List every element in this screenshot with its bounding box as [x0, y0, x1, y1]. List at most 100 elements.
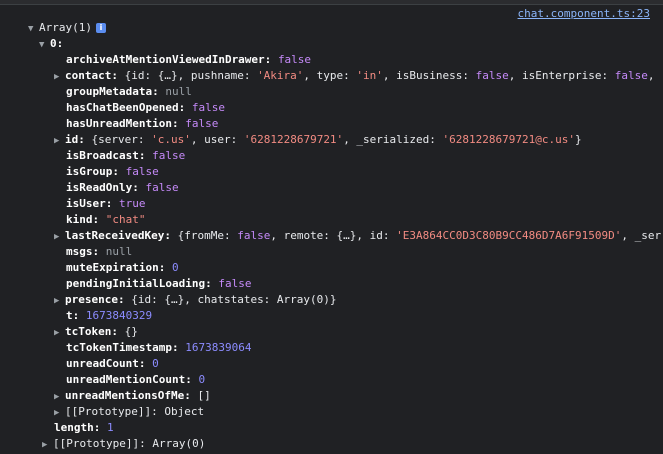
prop-value: true [118, 197, 146, 210]
expand-arrow-icon[interactable]: ▶ [54, 229, 65, 244]
prop-row-lastReceivedKey[interactable]: ▶ lastReceivedKey: {fromMe: false, remote… [54, 228, 663, 244]
prop-key: isBroadcast: [66, 149, 146, 162]
prop-value: 0 [198, 373, 206, 386]
prop-key: [[Prototype]]: [65, 405, 158, 418]
prop-string: 'E3A864CC0D3C80B9CC486D7A6F91509D' [396, 229, 622, 242]
prop-row-hasChatBeenOpened: hasChatBeenOpened: false [66, 100, 225, 116]
expand-arrow-icon[interactable]: ▶ [54, 325, 65, 340]
prop-key: msgs: [66, 245, 100, 258]
prop-preview: , isEnterprise: [508, 69, 615, 82]
prop-value: 1673840329 [85, 309, 153, 322]
prop-key: unreadCount: [66, 357, 146, 370]
prop-key: id: [65, 133, 85, 146]
expand-arrow-icon[interactable]: ▼ [28, 21, 39, 36]
array-root-row[interactable]: ▼ Array(1) i [28, 20, 106, 36]
prop-row-presence[interactable]: ▶ presence: {id: {…}, chatstates: Array(0… [54, 292, 337, 308]
prop-key: t: [66, 309, 80, 322]
prop-key: unreadMentionCount: [66, 373, 192, 386]
prop-value: false [145, 181, 179, 194]
prop-row-id[interactable]: ▶ id: {server: 'c.us', user: '62812286797… [54, 132, 663, 148]
prop-preview: , isBusiness: [382, 69, 476, 82]
prop-key: [[Prototype]]: [53, 437, 146, 450]
expand-arrow-icon[interactable]: ▶ [54, 69, 65, 84]
prop-preview: } [574, 133, 582, 146]
prop-value: 1673839064 [185, 341, 252, 354]
prop-preview: {id: {…}, pushname: [124, 69, 258, 82]
prop-key: pendingInitialLoading: [66, 277, 212, 290]
prop-preview: , _serialized: [343, 133, 443, 146]
prop-key: groupMetadata: [66, 85, 159, 98]
prop-preview: , _ser [621, 229, 662, 242]
prop-preview: , [647, 69, 655, 82]
prop-preview: , user: [190, 133, 244, 146]
prop-value: 0 [152, 357, 159, 370]
console-top-border [0, 0, 663, 5]
prop-string: '6281228679721@c.us' [442, 133, 575, 146]
prop-keyword: false [237, 229, 271, 242]
prop-keyword: false [614, 69, 648, 82]
prop-row-groupMetadata: groupMetadata: null [66, 84, 192, 100]
expand-arrow-icon[interactable]: ▶ [54, 133, 65, 148]
prop-row-prototype-object[interactable]: ▶ [[Prototype]]: Object [54, 404, 204, 420]
prop-row-msgs: msgs: null [66, 244, 132, 260]
prop-key: isUser: [66, 197, 113, 210]
prop-value: false [191, 101, 225, 114]
prop-row-isGroup: isGroup: false [66, 164, 159, 180]
prop-row-unreadMentionsOfMe[interactable]: ▶ unreadMentionsOfMe: [] [54, 388, 211, 404]
prop-value: Array(0) [152, 437, 206, 450]
array-index-key: 0: [50, 37, 64, 50]
prop-row-tcToken[interactable]: ▶ tcToken: {} [54, 324, 138, 340]
prop-preview: , remote: {…}, id: [270, 229, 397, 242]
prop-row-tcTokenTimestamp: tcTokenTimestamp: 1673839064 [66, 340, 251, 356]
prop-key: hasChatBeenOpened: [66, 101, 186, 114]
prop-row-pendingInitialLoading: pendingInitialLoading: false [66, 276, 251, 292]
prop-row-unreadCount: unreadCount: 0 [66, 356, 159, 372]
prop-keyword: false [475, 69, 509, 82]
expand-arrow-icon[interactable]: ▶ [54, 405, 65, 420]
prop-key: lastReceivedKey: [65, 229, 171, 242]
prop-value: 0 [171, 261, 179, 274]
prop-value: [] [197, 389, 211, 402]
prop-key: isReadOnly: [66, 181, 139, 194]
prop-row-muteExpiration: muteExpiration: 0 [66, 260, 179, 276]
prop-row-contact[interactable]: ▶ contact: {id: {…}, pushname: 'Akira', t… [54, 68, 663, 84]
array-root-label: Array(1) [39, 21, 92, 34]
prop-key: tcToken: [65, 325, 118, 338]
prop-value: 1 [106, 421, 114, 434]
prop-string: 'c.us' [151, 133, 191, 146]
source-link[interactable]: chat.component.ts:23 [518, 7, 650, 20]
prop-key: tcTokenTimestamp: [66, 341, 179, 354]
prop-row-kind: kind: "chat" [66, 212, 146, 228]
expand-arrow-icon[interactable]: ▼ [39, 37, 50, 52]
prop-key: length: [54, 421, 101, 434]
prop-value: {} [124, 325, 138, 338]
expand-arrow-icon[interactable]: ▶ [54, 293, 65, 308]
expand-arrow-icon[interactable]: ▶ [54, 389, 65, 404]
prop-key: unreadMentionsOfMe: [65, 389, 191, 402]
array-item-0-row[interactable]: ▼ 0: [39, 36, 63, 52]
prop-key: kind: [66, 213, 100, 226]
prop-value: Object [164, 405, 205, 418]
prop-string: 'Akira' [257, 69, 304, 82]
prop-key: muteExpiration: [66, 261, 166, 274]
prop-row-hasUnreadMention: hasUnreadMention: false [66, 116, 218, 132]
prop-value: "chat" [105, 213, 146, 226]
prop-value: false [125, 165, 159, 178]
prop-row-t: t: 1673840329 [66, 308, 152, 324]
expand-arrow-icon[interactable]: ▶ [42, 437, 53, 452]
prop-row-isBroadcast: isBroadcast: false [66, 148, 185, 164]
prop-preview: , type: [303, 69, 357, 82]
prop-string: 'in' [356, 69, 383, 82]
prop-key: isGroup: [66, 165, 119, 178]
prop-row-prototype-array[interactable]: ▶ [[Prototype]]: Array(0) [42, 436, 205, 452]
prop-preview: {server: [91, 133, 152, 146]
prop-row-isReadOnly: isReadOnly: false [66, 180, 179, 196]
prop-preview: {id: {…}, chatstates: Array(0)} [131, 293, 337, 306]
info-icon[interactable]: i [95, 23, 106, 33]
prop-row-isUser: isUser: true [66, 196, 145, 212]
prop-value: false [218, 277, 252, 290]
prop-value: false [152, 149, 186, 162]
prop-key: hasUnreadMention: [66, 117, 179, 130]
prop-preview: {fromMe: [177, 229, 238, 242]
prop-value: false [277, 53, 312, 66]
